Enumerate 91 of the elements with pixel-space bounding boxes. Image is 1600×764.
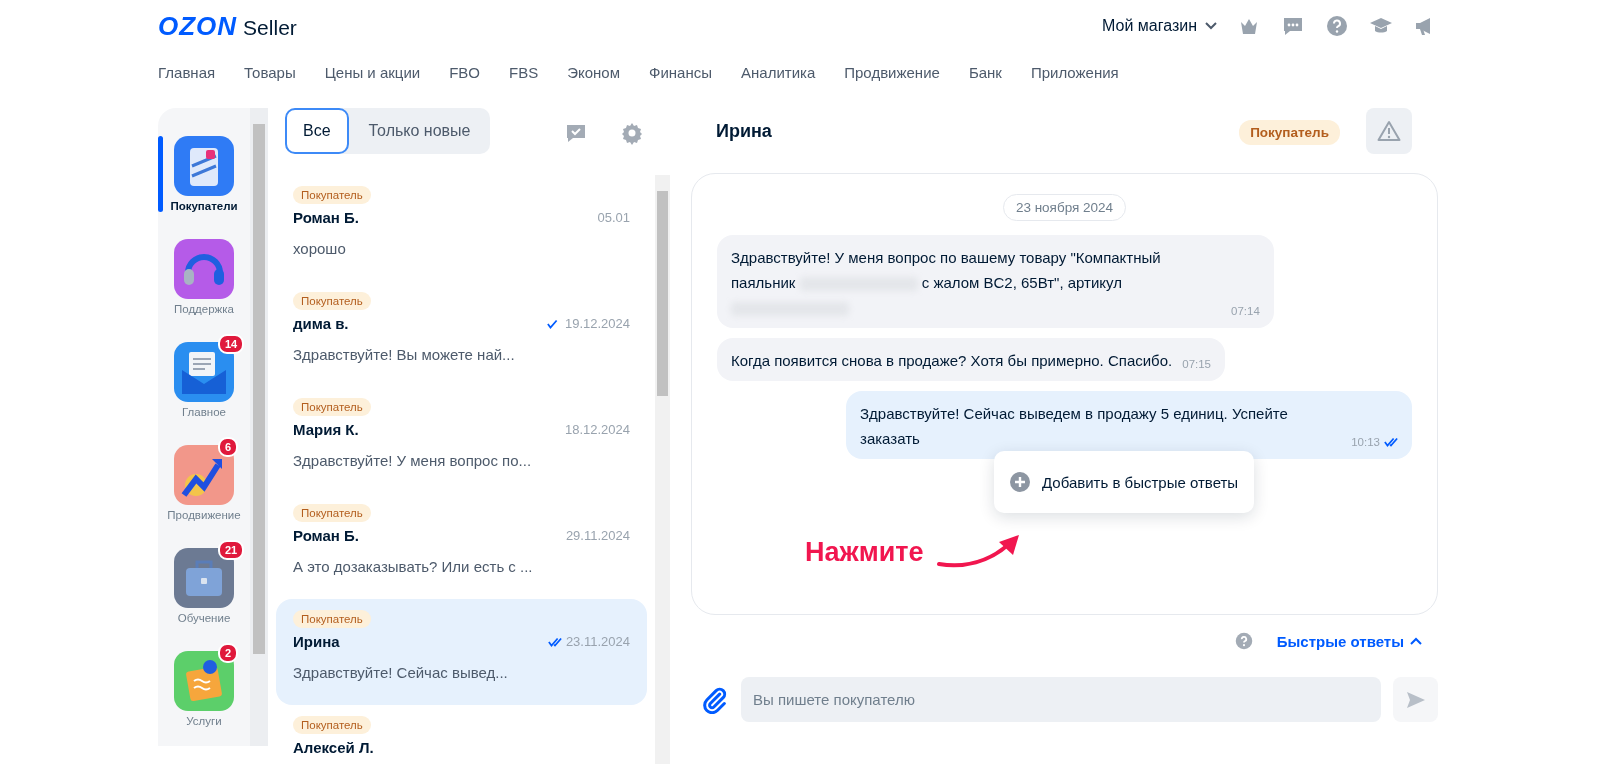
app-label: Поддержка	[174, 303, 234, 315]
count-badge: 2	[218, 643, 239, 663]
store-dropdown[interactable]: Мой магазин	[1102, 13, 1217, 39]
nav-link[interactable]: FBO	[449, 63, 481, 81]
message-preview: Здравствуйте! У меня вопрос по...	[293, 452, 533, 469]
logo-suffix: Seller	[243, 15, 297, 40]
nav-link[interactable]: Аналитика	[741, 63, 816, 81]
message-time: 10:13	[1351, 435, 1380, 449]
app-label: Покупатели	[170, 200, 238, 212]
sidebar-app[interactable]: Покупатели	[158, 128, 250, 231]
sidebar-app[interactable]: 21 Обучение	[158, 540, 250, 643]
logo[interactable]: OZON	[158, 10, 238, 42]
nav-link[interactable]: Эконом	[567, 63, 620, 81]
paperclip-icon[interactable]	[701, 685, 729, 714]
app-icon	[174, 445, 234, 505]
chat-item[interactable]: Покупатель Мария К. 18.12.2024 Здравствуйте! У меня вопрос по...	[276, 387, 647, 493]
sidebar-app[interactable]: 14 Главное	[158, 334, 250, 437]
role-tag: Покупатель	[293, 186, 371, 204]
send-icon	[1405, 689, 1426, 710]
scrollbar-thumb[interactable]	[253, 124, 265, 654]
sidebar-app[interactable]: 2 Услуги	[158, 643, 250, 746]
nav-link[interactable]: Главная	[158, 63, 216, 81]
chat-item[interactable]: Покупатель дима в. 19.12.2024 Здравствуйте! Вы можете най...	[276, 281, 647, 387]
sidebar-app[interactable]: Поддержка	[158, 231, 250, 334]
plus-icon	[1010, 472, 1030, 492]
help-icon[interactable]	[1325, 14, 1349, 38]
chevron-icon	[1410, 637, 1422, 645]
message-preview: хорошо	[293, 240, 347, 257]
chevron-down-icon	[1205, 22, 1217, 30]
nav-link[interactable]: Цены и акции	[324, 63, 421, 81]
app-label: Услуги	[186, 715, 222, 727]
chat-date: 05.01	[597, 210, 630, 225]
chat-name: Роман Б.	[293, 209, 359, 226]
chat-item[interactable]: Покупатель Ирина 23.11.2024 Здравствуйте! Сейчас вывед...	[276, 599, 647, 705]
role-tag: Покупатель	[293, 504, 371, 522]
settings-icon[interactable]	[620, 121, 644, 145]
chat-item[interactable]: Покупатель Роман Б. 05.01 хорошо	[276, 175, 647, 281]
message-time: 07:15	[1182, 357, 1211, 371]
app-icon	[174, 136, 234, 196]
role-tag: Покупатель	[293, 716, 371, 734]
nav-link[interactable]: Продвижение	[844, 63, 940, 81]
message-input[interactable]: Вы пишете покупателю	[741, 677, 1381, 722]
message-preview: А это дозаказывать? Или есть с ...	[293, 558, 534, 575]
nav-link[interactable]: Банк	[968, 63, 1002, 81]
app-label: Обучение	[177, 612, 231, 624]
chat-date: 18.12.2024	[564, 422, 630, 437]
send-button[interactable]	[1393, 677, 1438, 722]
help-icon[interactable]	[1234, 632, 1253, 650]
nav-link[interactable]: Приложения	[1030, 63, 1119, 81]
add-to-quick-replies-menu-item[interactable]: Добавить в быстрые ответы	[994, 451, 1255, 513]
report-button[interactable]	[1366, 108, 1412, 154]
nav-link[interactable]: Товары	[244, 63, 296, 81]
annotation-text: Нажмите	[805, 536, 924, 568]
chat-name: Роман Б.	[293, 527, 359, 544]
chat-name: Алексей Л.	[293, 739, 374, 756]
message-text: Когда появится снова в продаже? Хотя бы примерно. Спасибо.	[731, 351, 1173, 371]
message-preview: Здравствуйте! Вы можете най...	[293, 346, 516, 363]
sidebar-app[interactable]: 6 Продвижение	[158, 437, 250, 540]
count-badge: 6	[218, 437, 239, 457]
chat-date: 29.11.2024	[565, 528, 630, 543]
count-badge: 21	[218, 540, 245, 560]
role-tag: Покупатель	[1239, 120, 1340, 145]
scrollbar[interactable]	[655, 175, 670, 764]
chat-name: дима в.	[293, 315, 349, 332]
message-time: 07:14	[1231, 304, 1260, 318]
message-preview: Здравствуйте! Сейчас вывед...	[293, 664, 509, 681]
app-label: Главное	[182, 406, 226, 418]
chat-item[interactable]: Покупатель Алексей Л.	[276, 705, 647, 764]
warning-icon	[1377, 120, 1401, 142]
chat-item[interactable]: Покупатель Роман Б. 29.11.2024 А это дозаказывать? Или есть с ...	[276, 493, 647, 599]
nav-link[interactable]: FBS	[509, 63, 539, 81]
app-icon	[174, 239, 234, 299]
chat-name: Мария К.	[293, 421, 359, 438]
role-tag: Покупатель	[293, 292, 371, 310]
message-text: Здравствуйте! Сейчас выведем в продажу 5 единиц. Успейте заказать	[860, 404, 1289, 449]
chat-name: Ирина	[293, 633, 340, 650]
count-badge: 14	[218, 334, 245, 354]
app-icon	[174, 651, 234, 711]
role-tag: Покупатель	[293, 398, 371, 416]
nav-link[interactable]: Финансы	[649, 63, 712, 81]
chat-date: 19.12.2024	[564, 316, 630, 331]
filter-tab[interactable]: Только новые	[348, 108, 491, 154]
scrollbar[interactable]	[250, 108, 268, 746]
chat-date: 23.11.2024	[565, 634, 630, 649]
scrollbar-thumb[interactable]	[657, 191, 668, 396]
role-tag: Покупатель	[293, 610, 371, 628]
filter-tab[interactable]: Все	[285, 108, 349, 154]
app-label: Продвижение	[167, 509, 241, 521]
contact-name: Ирина	[716, 121, 772, 142]
message-text: Здравствуйте! У меня вопрос по вашему товару "Компактный паяльник с жалом BC2, 65Вт", артикул	[731, 245, 1221, 320]
quick-replies-toggle[interactable]: Быстрые ответы	[1270, 631, 1428, 651]
